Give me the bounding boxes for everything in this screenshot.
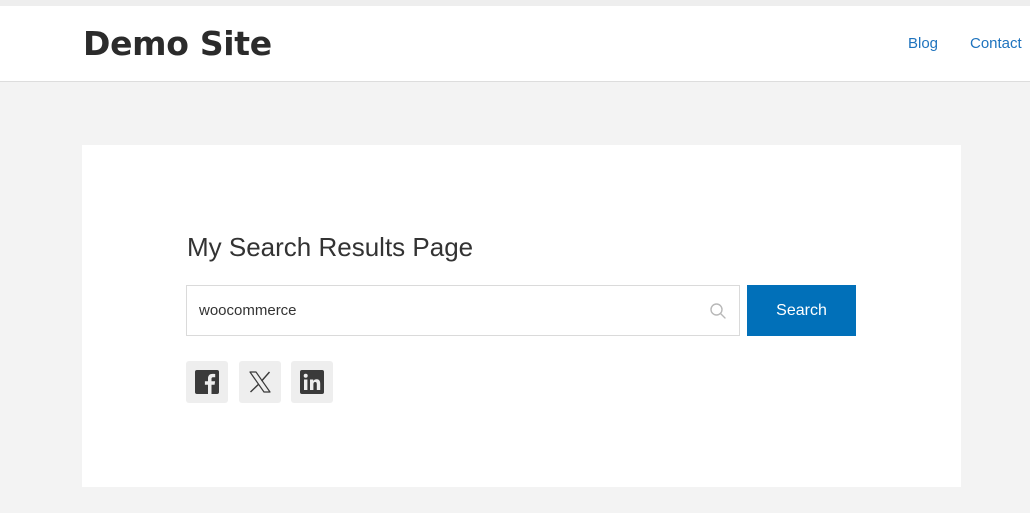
linkedin-icon (300, 370, 324, 394)
x-twitter-icon (249, 371, 271, 393)
facebook-icon (195, 370, 219, 394)
linkedin-link[interactable] (291, 361, 333, 403)
page-title: My Search Results Page (187, 232, 474, 262)
search-icon (710, 303, 726, 319)
site-title[interactable]: Demo Site (83, 24, 272, 63)
content-card: My Search Results Page Search (82, 145, 961, 487)
search-button[interactable]: Search (747, 285, 856, 336)
search-input[interactable] (187, 286, 697, 335)
nav-link-contact[interactable]: Contact (970, 35, 1022, 52)
facebook-link[interactable] (186, 361, 228, 403)
nav-link-blog[interactable]: Blog (908, 35, 938, 52)
x-twitter-link[interactable] (239, 361, 281, 403)
search-field (186, 285, 740, 336)
site-header: Demo Site Blog Contact (0, 6, 1030, 82)
